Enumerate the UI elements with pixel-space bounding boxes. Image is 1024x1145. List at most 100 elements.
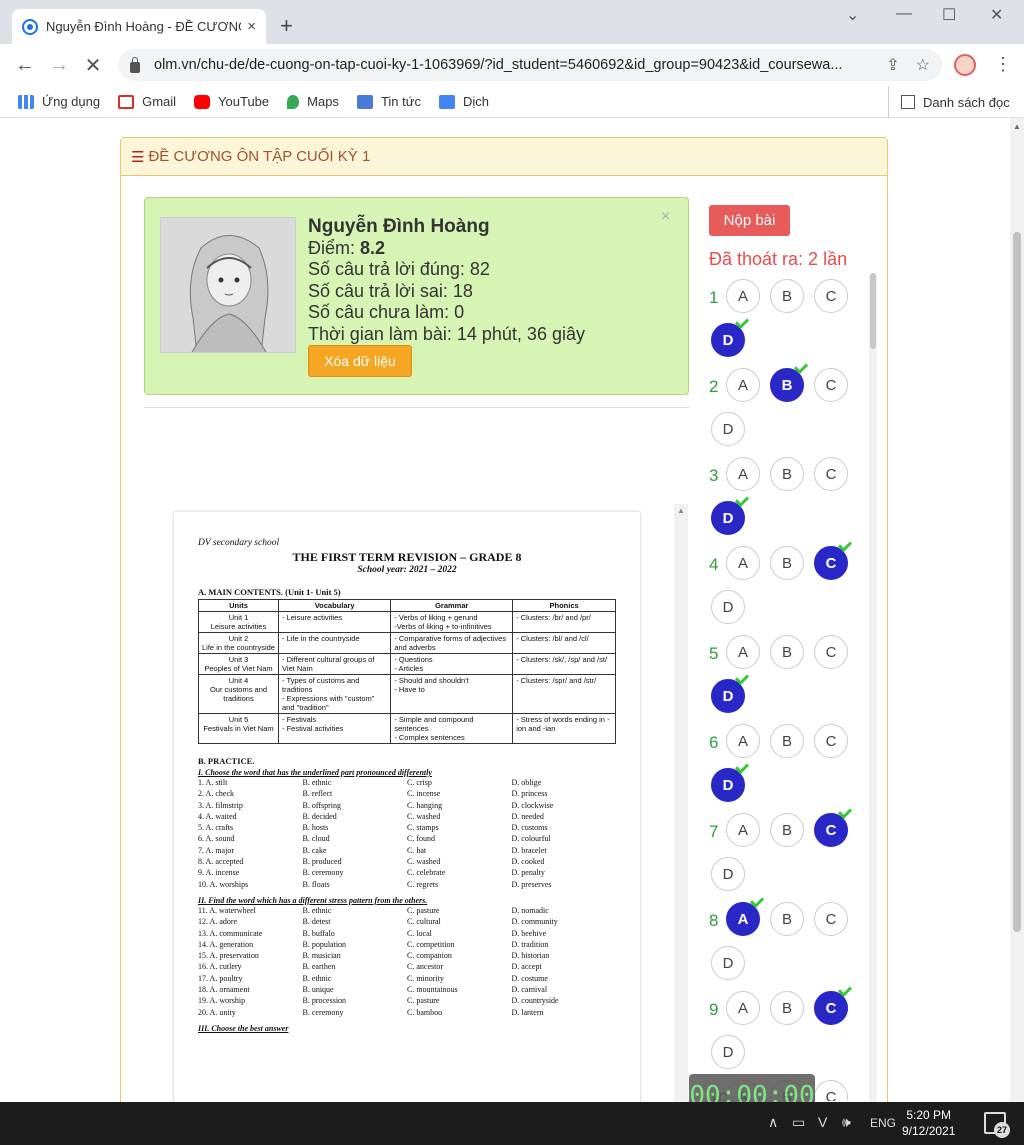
share-icon[interactable]: ⇪ <box>886 55 899 75</box>
answer-option-c[interactable]: C <box>814 1080 848 1101</box>
scroll-up-icon[interactable]: ▲ <box>677 506 685 515</box>
option-text: C. cultural <box>407 917 441 927</box>
page-scrollbar[interactable]: ▲ <box>1010 118 1024 1102</box>
answer-option-d[interactable]: D <box>711 1035 745 1069</box>
clock-time: 5:20 PM <box>906 1108 952 1122</box>
new-tab-button[interactable]: + <box>280 13 293 39</box>
bookmark-star-icon[interactable]: ☆ <box>916 55 930 75</box>
answer-option-a[interactable]: A <box>726 635 760 669</box>
submit-button[interactable]: Nộp bài <box>709 205 790 236</box>
option-text: 5. A. crafts <box>198 823 234 833</box>
extension-avatar-icon[interactable] <box>954 54 976 76</box>
option-text: B. musician <box>302 951 341 961</box>
language-indicator[interactable]: ENG <box>870 1116 896 1130</box>
answer-option-b[interactable]: B <box>770 902 804 936</box>
answer-option-b[interactable]: B <box>770 635 804 669</box>
option-text: 18. A. ornament <box>198 985 250 995</box>
document-viewer[interactable]: ▲ DV secondary school THE FIRST TERM REV… <box>144 407 689 1102</box>
answer-option-c[interactable]: C <box>814 804 853 847</box>
forward-arrow-icon[interactable]: → <box>42 54 76 77</box>
volume-icon[interactable]: 🕪 <box>842 1114 851 1131</box>
bookmark-gmail[interactable]: Gmail <box>118 94 176 109</box>
list-item: 10. A. worships B. floats C. regrets D. pre… <box>198 879 616 890</box>
option-text: C. incense <box>407 789 441 799</box>
answer-option-d[interactable]: D <box>711 857 745 891</box>
question-number: 2 <box>709 377 719 396</box>
show-hidden-icons-icon[interactable]: ∧ <box>768 1114 778 1131</box>
answer-option-b[interactable]: B <box>770 279 804 313</box>
option-text: B. ceremony <box>302 868 344 878</box>
answer-option-b[interactable]: B <box>770 359 809 402</box>
close-icon[interactable]: × <box>661 208 670 226</box>
answer-option-b[interactable]: B <box>770 546 804 580</box>
lock-icon[interactable] <box>130 56 140 73</box>
score-label: Điểm: <box>308 237 361 258</box>
answer-option-a[interactable]: A <box>726 546 760 580</box>
url-text[interactable]: olm.vn/chu-de/de-cuong-on-tap-cuoi-ky-1-… <box>154 57 870 73</box>
answer-option-a[interactable]: A <box>726 813 760 847</box>
answer-option-d[interactable]: D <box>711 412 745 446</box>
notification-icon[interactable]: 27 <box>984 1112 1010 1138</box>
bookmark-maps[interactable]: Maps <box>287 94 339 109</box>
address-bar[interactable]: olm.vn/chu-de/de-cuong-on-tap-cuoi-ky-1-… <box>118 49 942 81</box>
tab-close-icon[interactable]: × <box>247 18 256 35</box>
bookmark-news[interactable]: Tin tức <box>356 94 421 109</box>
answer-option-d[interactable]: D <box>711 670 750 713</box>
answer-option-c[interactable]: C <box>814 724 848 758</box>
answer-option-c[interactable]: C <box>814 457 848 491</box>
window-close-icon[interactable]: ✕ <box>990 5 1003 25</box>
question-scroll-thumb[interactable] <box>870 273 876 349</box>
answer-option-c[interactable]: C <box>814 982 853 1025</box>
question-number: 3 <box>709 466 719 485</box>
answer-option-c[interactable]: C <box>814 279 848 313</box>
answer-option-d[interactable]: D <box>711 946 745 980</box>
answer-option-a[interactable]: A <box>726 991 760 1025</box>
page-content: ☰ ĐỀ CƯƠNG ÔN TẬP CUỐI KỲ 1 Nguyễn Đình … <box>0 118 1010 1102</box>
answer-option-a[interactable]: A <box>726 893 765 936</box>
browser-tab[interactable]: Nguyễn Đình Hoàng - ĐỀ CƯƠNG × <box>12 9 266 44</box>
minimize-icon[interactable]: — <box>896 5 912 23</box>
answer-option-b[interactable]: B <box>770 813 804 847</box>
bookmark-youtube[interactable]: YouTube <box>194 94 269 109</box>
option-text: 12. A. adore <box>198 917 238 927</box>
option-text: D. penalty <box>511 868 545 878</box>
browser-menu-icon[interactable]: ⋮ <box>994 54 1012 75</box>
bookmark-apps[interactable]: Ứng dụng <box>18 94 100 109</box>
option-text: D. beehive <box>511 928 547 938</box>
question-scrollbar[interactable] <box>869 273 877 1102</box>
answer-option-d[interactable]: D <box>711 492 750 535</box>
option-text: C. washed <box>407 811 441 821</box>
bookmark-label: Tin tức <box>380 94 421 109</box>
network-icon[interactable]: ▭ <box>792 1114 805 1131</box>
answer-option-d[interactable]: D <box>711 314 750 357</box>
answer-option-b[interactable]: B <box>770 724 804 758</box>
table-cell: Unit 4 Our customs and traditions <box>198 674 279 714</box>
answer-option-d[interactable]: D <box>711 590 745 624</box>
back-arrow-icon[interactable]: ← <box>8 54 42 77</box>
clear-data-button[interactable]: Xóa dữ liệu <box>308 345 412 377</box>
option-text: B. decided <box>302 811 337 821</box>
answer-option-c[interactable]: C <box>814 635 848 669</box>
answer-option-c[interactable]: C <box>814 537 853 580</box>
answer-option-d[interactable]: D <box>711 759 750 802</box>
clock[interactable]: 5:20 PM 9/12/2021 <box>902 1107 955 1139</box>
answer-option-a[interactable]: A <box>726 457 760 491</box>
answer-option-b[interactable]: B <box>770 457 804 491</box>
answer-option-c[interactable]: C <box>814 902 848 936</box>
reading-list[interactable]: Danh sách đọc <box>888 86 1010 118</box>
bookmark-translate[interactable]: Dịch <box>438 94 489 109</box>
answer-option-a[interactable]: A <box>726 724 760 758</box>
stop-loading-icon[interactable]: ✕ <box>76 53 110 78</box>
vpn-icon[interactable]: V <box>818 1114 827 1130</box>
table-header-cell: Grammar <box>390 599 514 612</box>
page-scroll-thumb[interactable] <box>1013 232 1021 932</box>
answer-option-c[interactable]: C <box>814 368 848 402</box>
tab-search-icon[interactable]: ⌄ <box>846 5 859 25</box>
answer-option-b[interactable]: B <box>770 991 804 1025</box>
scroll-up-icon[interactable]: ▲ <box>1013 122 1021 131</box>
maximize-icon[interactable]: ☐ <box>942 5 956 25</box>
answer-option-a[interactable]: A <box>726 368 760 402</box>
check-icon <box>734 314 750 330</box>
document-scrollbar[interactable]: ▲ <box>674 504 688 1102</box>
answer-option-a[interactable]: A <box>726 279 760 313</box>
